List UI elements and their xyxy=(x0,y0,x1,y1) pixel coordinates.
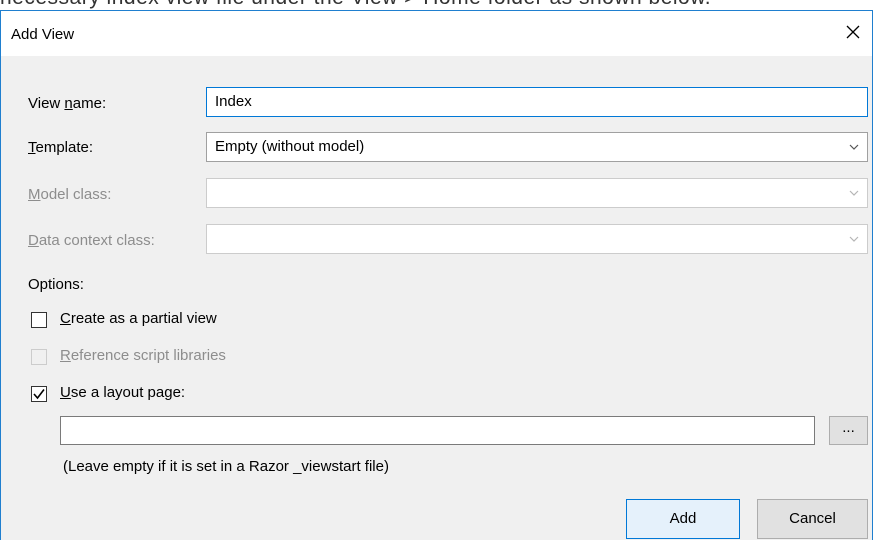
partial-view-label[interactable]: Create as a partial view xyxy=(60,310,217,327)
layout-page-path-input[interactable] xyxy=(60,416,815,445)
chevron-down-icon xyxy=(849,225,859,253)
close-icon xyxy=(846,25,860,39)
checkmark-icon xyxy=(33,389,45,400)
partial-view-checkbox[interactable] xyxy=(31,312,47,328)
browse-button[interactable]: ... xyxy=(829,416,868,445)
options-heading: Options: xyxy=(28,276,84,293)
chevron-down-icon xyxy=(849,133,859,161)
layout-hint: (Leave empty if it is set in a Razor _vi… xyxy=(63,458,389,475)
template-value: Empty (without model) xyxy=(215,138,365,155)
dialog-body: View name: Index Template: Empty (withou… xyxy=(1,56,872,540)
cancel-button[interactable]: Cancel xyxy=(757,499,868,539)
add-view-dialog: Add View View name: Index Template: Empt… xyxy=(0,10,873,540)
script-libraries-label[interactable]: Reference script libraries xyxy=(60,347,226,364)
model-class-label: Model class: xyxy=(28,186,112,203)
dialog-title: Add View xyxy=(11,26,75,43)
view-name-label: View name: xyxy=(28,95,107,112)
data-context-class-select[interactable] xyxy=(206,224,868,254)
model-class-select[interactable] xyxy=(206,178,868,208)
template-label: Template: xyxy=(28,139,94,156)
add-button[interactable]: Add xyxy=(626,499,740,539)
template-select[interactable]: Empty (without model) xyxy=(206,132,868,162)
background-caption: necessary index view file under the View… xyxy=(0,0,711,10)
layout-page-label[interactable]: Use a layout page: xyxy=(60,384,185,401)
view-name-input[interactable]: Index xyxy=(206,87,868,117)
layout-page-checkbox[interactable] xyxy=(31,386,47,402)
data-context-class-label: Data context class: xyxy=(28,232,155,249)
close-button[interactable] xyxy=(838,17,868,47)
script-libraries-checkbox[interactable] xyxy=(31,349,47,365)
background-caption-strip: necessary index view file under the View… xyxy=(0,0,876,10)
chevron-down-icon xyxy=(849,179,859,207)
title-bar: Add View xyxy=(1,11,872,56)
view-name-value: Index xyxy=(215,93,252,110)
